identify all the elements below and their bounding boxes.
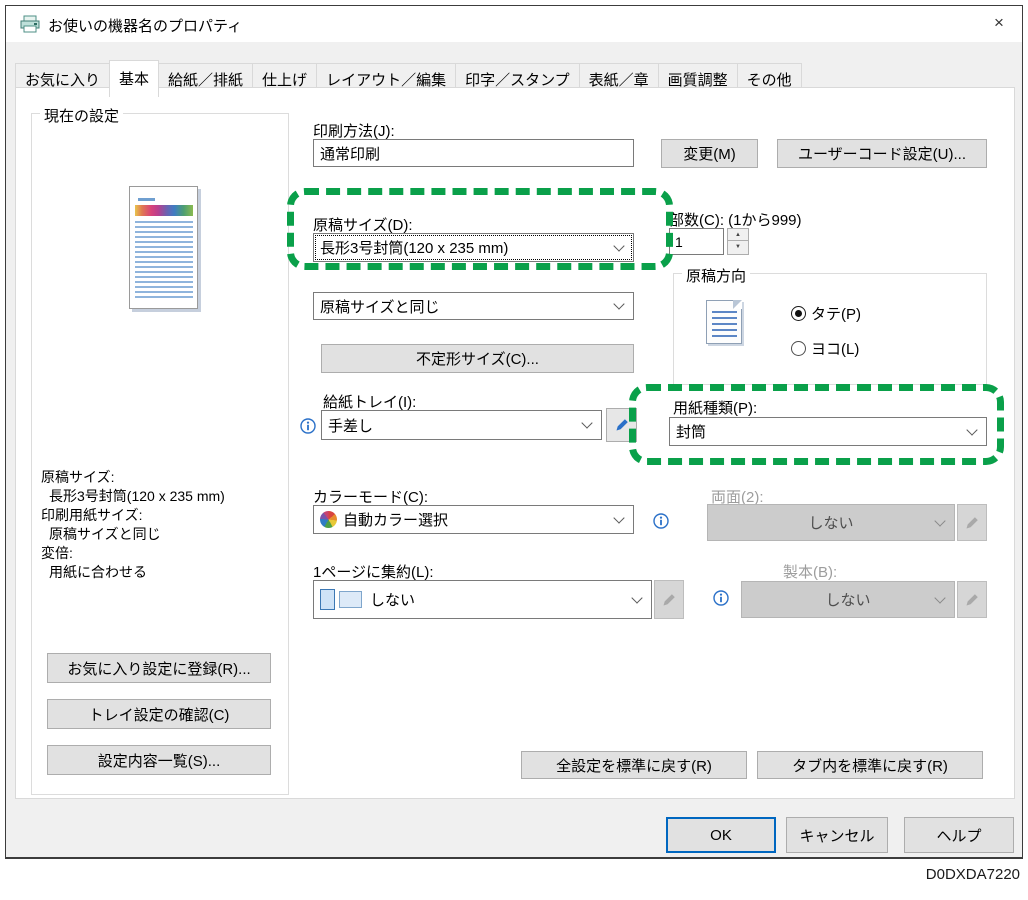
paper-type-value: 封筒 [676,421,706,442]
cancel-button[interactable]: キャンセル [786,817,888,853]
document-size-value: 長形3号封筒(120 x 235 mm) [320,237,508,258]
pencil-icon [661,592,677,608]
help-button[interactable]: ヘルプ [904,817,1014,853]
reset-all-settings-button[interactable]: 全設定を標準に戻す(R) [521,751,747,779]
copies-input[interactable]: 1 [669,228,724,255]
duplex-combo: しない [707,504,955,541]
portrait-page-icon [320,589,335,610]
paper-tray-edit-button[interactable] [606,408,637,442]
chevron-down-icon [613,298,624,309]
register-favorites-button[interactable]: お気に入り設定に登録(R)... [47,653,271,683]
print-method-label: 印刷方法(J): [313,120,395,141]
summary-doc-size-value: 長形3号封筒(120 x 235 mm) [41,487,286,506]
paper-type-combo[interactable]: 封筒 [669,417,987,446]
color-mode-label: カラーモード(C): [313,486,428,507]
custom-paper-size-button[interactable]: 不定形サイズ(C)... [321,344,634,373]
preview-color-band [135,205,193,216]
orientation-portrait-radio[interactable]: タテ(P) [791,303,861,324]
copies-spinner: ▲ ▼ [727,228,749,255]
tab-basic[interactable]: 基本 [109,60,159,97]
pencil-icon [964,515,980,531]
copies-label: 部数(C): (1から999) [669,209,802,230]
combine-value: しない [370,589,415,610]
summary-doc-size-label: 原稿サイズ: [41,468,286,487]
printer-properties-dialog: お使いの機器名のプロパティ × お気に入り 基本 給紙／排紙 仕上げ レイアウト… [5,5,1023,859]
orientation-landscape-radio[interactable]: ヨコ(L) [791,338,859,359]
booklet-combo: しない [741,581,955,618]
radio-unchecked-icon [791,341,806,356]
user-code-settings-button[interactable]: ユーザーコード設定(U)... [777,139,987,168]
info-icon [653,513,669,529]
ok-button[interactable]: OK [666,817,776,853]
print-method-field[interactable]: 通常印刷 [313,139,634,167]
paper-tray-value: 手差し [328,415,373,436]
portrait-document-icon [706,300,742,344]
radio-checked-icon [791,306,806,321]
document-size-combo[interactable]: 長形3号封筒(120 x 235 mm) [313,233,634,262]
chevron-down-icon [613,512,624,523]
title-bar: お使いの機器名のプロパティ × [6,6,1022,42]
summary-paper-size-value: 原稿サイズと同じ [41,525,286,544]
paper-tray-label: 給紙トレイ(I): [323,391,416,412]
spinner-down-button[interactable]: ▼ [728,241,748,253]
chevron-down-icon [581,417,592,428]
close-icon: × [994,13,1004,33]
settings-list-button[interactable]: 設定内容一覧(S)... [47,745,271,775]
info-icon [713,590,729,606]
paper-type-label: 用紙種類(P): [673,397,757,418]
spinner-up-button[interactable]: ▲ [728,229,748,241]
paper-tray-combo[interactable]: 手差し [321,410,602,440]
reset-tab-settings-button[interactable]: タブ内を標準に戻す(R) [757,751,983,779]
chevron-down-icon [966,424,977,435]
print-preview-thumbnail [129,186,198,309]
combine-combo[interactable]: しない [313,580,652,619]
print-paper-size-combo[interactable]: 原稿サイズと同じ [313,292,634,320]
pencil-icon [964,592,980,608]
color-mode-value: 自動カラー選択 [343,509,448,530]
chevron-down-icon [631,592,642,603]
summary-scale-label: 変倍: [41,544,286,563]
printer-icon [19,15,41,33]
combine-edit-button [654,580,684,619]
chevron-down-icon [934,592,945,603]
combine-label: 1ページに集約(L): [313,561,434,582]
color-pinwheel-icon [320,511,337,528]
chevron-down-icon [934,515,945,526]
duplex-edit-button [957,504,987,541]
print-paper-size-value: 原稿サイズと同じ [320,296,440,317]
page-background: お使いの機器名のプロパティ × お気に入り 基本 給紙／排紙 仕上げ レイアウト… [0,0,1028,900]
current-settings-label: 現在の設定 [40,105,123,126]
preview-title-line [138,198,155,201]
landscape-radio-label: ヨコ(L) [811,338,859,359]
change-button[interactable]: 変更(M) [661,139,758,168]
settings-summary: 原稿サイズ: 長形3号封筒(120 x 235 mm) 印刷用紙サイズ: 原稿サ… [41,468,286,582]
document-size-label: 原稿サイズ(D): [313,214,413,235]
close-button[interactable]: × [976,6,1022,40]
pencil-icon [614,417,630,433]
document-code: D0DXDA7220 [926,866,1020,883]
booklet-edit-button [957,581,987,618]
orientation-group-label: 原稿方向 [682,265,750,286]
chevron-down-icon [613,240,624,251]
color-mode-combo[interactable]: 自動カラー選択 [313,505,634,534]
portrait-radio-label: タテ(P) [811,303,861,324]
summary-paper-size-label: 印刷用紙サイズ: [41,506,286,525]
booklet-value: しない [825,589,870,610]
preview-text-lines [135,221,193,299]
check-tray-settings-button[interactable]: トレイ設定の確認(C) [47,699,271,729]
summary-scale-value: 用紙に合わせる [41,563,286,582]
info-icon [300,418,316,434]
duplex-value: しない [808,512,853,533]
window-title: お使いの機器名のプロパティ [48,15,242,36]
booklet-label: 製本(B): [783,561,837,582]
landscape-page-icon [339,591,362,608]
